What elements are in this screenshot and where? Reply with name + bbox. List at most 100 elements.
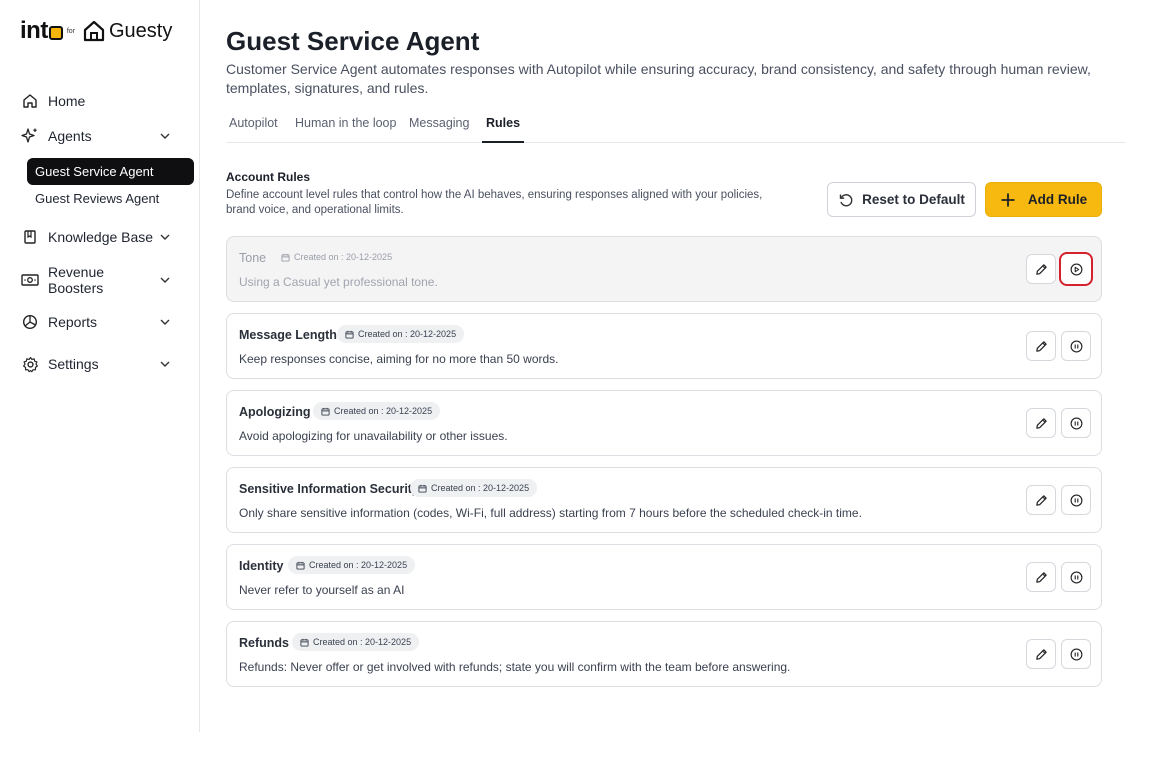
add-rule-label: Add Rule <box>1027 192 1088 207</box>
pause-rule-button[interactable] <box>1061 562 1091 592</box>
reset-to-default-button[interactable]: Reset to Default <box>827 182 976 217</box>
rule-text: Never refer to yourself as an AI <box>239 583 405 597</box>
pencil-icon <box>1035 648 1047 660</box>
tab-autopilot[interactable]: Autopilot <box>229 116 278 143</box>
edit-rule-button[interactable] <box>1026 485 1056 515</box>
chevron-down-icon[interactable] <box>158 315 172 329</box>
reset-icon <box>839 193 853 206</box>
sidebar-item-label: Revenue Boosters <box>48 264 105 296</box>
pause-rule-button[interactable] <box>1061 408 1091 438</box>
calendar-icon <box>321 407 330 416</box>
created-date-badge: Created on : 20-12-2025 <box>288 556 416 574</box>
sparkle-icon <box>20 126 40 146</box>
section-description: Define account level rules that control … <box>226 189 763 216</box>
edit-rule-button[interactable] <box>1026 254 1056 284</box>
calendar-icon <box>296 561 305 570</box>
pause-circle-icon <box>1070 648 1082 660</box>
rule-card: Message Length Created on : 20-12-2025 K… <box>226 313 1102 379</box>
created-date-text: Created on : 20-12-2025 <box>313 637 412 647</box>
created-date-text: Created on : 20-12-2025 <box>431 483 530 493</box>
guesty-house-icon <box>83 20 105 42</box>
pie-chart-icon <box>20 312 40 332</box>
tab-rules[interactable]: Rules <box>482 116 525 143</box>
sidebar-subitem-guest-reviews-agent[interactable]: Guest Reviews Agent <box>27 185 194 212</box>
created-date-text: Created on : 20-12-2025 <box>294 252 393 262</box>
sidebar-item-reports[interactable]: Reports <box>20 309 196 335</box>
sidebar-item-label: Agents <box>48 128 92 144</box>
sidebar-item-label: Settings <box>48 356 99 372</box>
pencil-icon <box>1035 340 1047 352</box>
edit-rule-button[interactable] <box>1026 639 1056 669</box>
created-date-text: Created on : 20-12-2025 <box>358 329 457 339</box>
rule-card: Identity Created on : 20-12-2025 Never r… <box>226 544 1102 610</box>
pause-circle-icon <box>1070 340 1082 352</box>
pause-rule-button[interactable] <box>1061 485 1091 515</box>
rule-name: Identity <box>239 559 284 573</box>
tab-bar: Autopilot Human in the loop Messaging Ru… <box>226 116 1126 143</box>
pencil-icon <box>1035 263 1047 275</box>
sidebar-item-revenue-boosters[interactable]: Revenue Boosters <box>20 264 196 296</box>
pause-rule-button[interactable] <box>1061 639 1091 669</box>
plus-icon <box>1001 193 1015 206</box>
sidebar-item-agents[interactable]: Agents <box>20 123 196 149</box>
rule-card: Refunds Created on : 20-12-2025 Refunds:… <box>226 621 1102 687</box>
play-circle-icon <box>1070 263 1082 275</box>
rule-name: Sensitive Information Security <box>239 482 419 496</box>
pencil-icon <box>1035 571 1047 583</box>
sidebar-subitem-guest-service-agent[interactable]: Guest Service Agent <box>27 158 194 185</box>
pause-circle-icon <box>1070 417 1082 429</box>
created-date-badge: Created on : 20-12-2025 <box>313 402 441 420</box>
chevron-down-icon[interactable] <box>158 129 172 143</box>
rule-text: Only share sensitive information (codes,… <box>239 506 862 520</box>
chevron-down-icon[interactable] <box>158 230 172 244</box>
rule-card: Tone Created on : 20-12-2025 Using a Cas… <box>226 236 1102 302</box>
sidebar: int for Guesty Home Agents Guest Service… <box>0 0 200 732</box>
for-text: for <box>66 27 75 35</box>
pause-circle-icon <box>1070 494 1082 506</box>
reset-button-label: Reset to Default <box>862 192 965 207</box>
chevron-down-icon[interactable] <box>158 357 172 371</box>
calendar-icon <box>300 638 309 647</box>
pause-circle-icon <box>1070 571 1082 583</box>
rule-text: Refunds: Never offer or get involved wit… <box>239 660 791 674</box>
calendar-icon <box>281 253 290 262</box>
edit-rule-button[interactable] <box>1026 331 1056 361</box>
tab-human-in-the-loop[interactable]: Human in the loop <box>295 116 396 143</box>
pause-rule-button[interactable] <box>1061 331 1091 361</box>
rule-name: Message Length <box>239 328 337 342</box>
chevron-down-icon[interactable] <box>158 273 172 287</box>
resume-rule-button[interactable] <box>1059 252 1093 286</box>
tab-messaging[interactable]: Messaging <box>409 116 469 143</box>
guesty-wordmark: Guesty <box>109 19 173 42</box>
pencil-icon <box>1035 417 1047 429</box>
sidebar-item-settings[interactable]: Settings <box>20 351 196 377</box>
created-date-badge: Created on : 20-12-2025 <box>337 325 465 343</box>
sidebar-nav: Home Agents Guest Service Agent Guest Re… <box>20 88 196 377</box>
created-date-badge: Created on : 20-12-2025 <box>279 248 400 266</box>
created-date-badge: Created on : 20-12-2025 <box>410 479 538 497</box>
edit-rule-button[interactable] <box>1026 562 1056 592</box>
sidebar-item-label: Home <box>48 93 86 109</box>
section-title: Account Rules <box>226 170 311 184</box>
rule-name: Refunds <box>239 636 289 650</box>
money-icon <box>20 270 40 290</box>
calendar-icon <box>418 484 427 493</box>
add-rule-button[interactable]: Add Rule <box>985 182 1102 217</box>
brand-logo[interactable]: int for Guesty <box>20 16 172 46</box>
rule-card: Sensitive Information Security Created o… <box>226 467 1102 533</box>
created-date-badge: Created on : 20-12-2025 <box>292 633 420 651</box>
page-description: Customer Service Agent automates respons… <box>226 61 1091 96</box>
gear-icon <box>20 354 40 374</box>
edit-rule-button[interactable] <box>1026 408 1056 438</box>
book-icon <box>20 227 40 247</box>
sidebar-item-label: Reports <box>48 314 98 330</box>
rule-name: Tone <box>239 251 267 265</box>
sidebar-item-knowledge-base[interactable]: Knowledge Base <box>20 224 196 250</box>
pencil-icon <box>1035 494 1047 506</box>
sidebar-item-home[interactable]: Home <box>20 88 196 114</box>
sidebar-item-label: Knowledge Base <box>48 229 154 245</box>
created-date-text: Created on : 20-12-2025 <box>309 560 408 570</box>
rule-name: Apologizing <box>239 405 311 419</box>
created-date-text: Created on : 20-12-2025 <box>334 406 433 416</box>
rule-text: Avoid apologizing for unavailability or … <box>239 429 508 443</box>
